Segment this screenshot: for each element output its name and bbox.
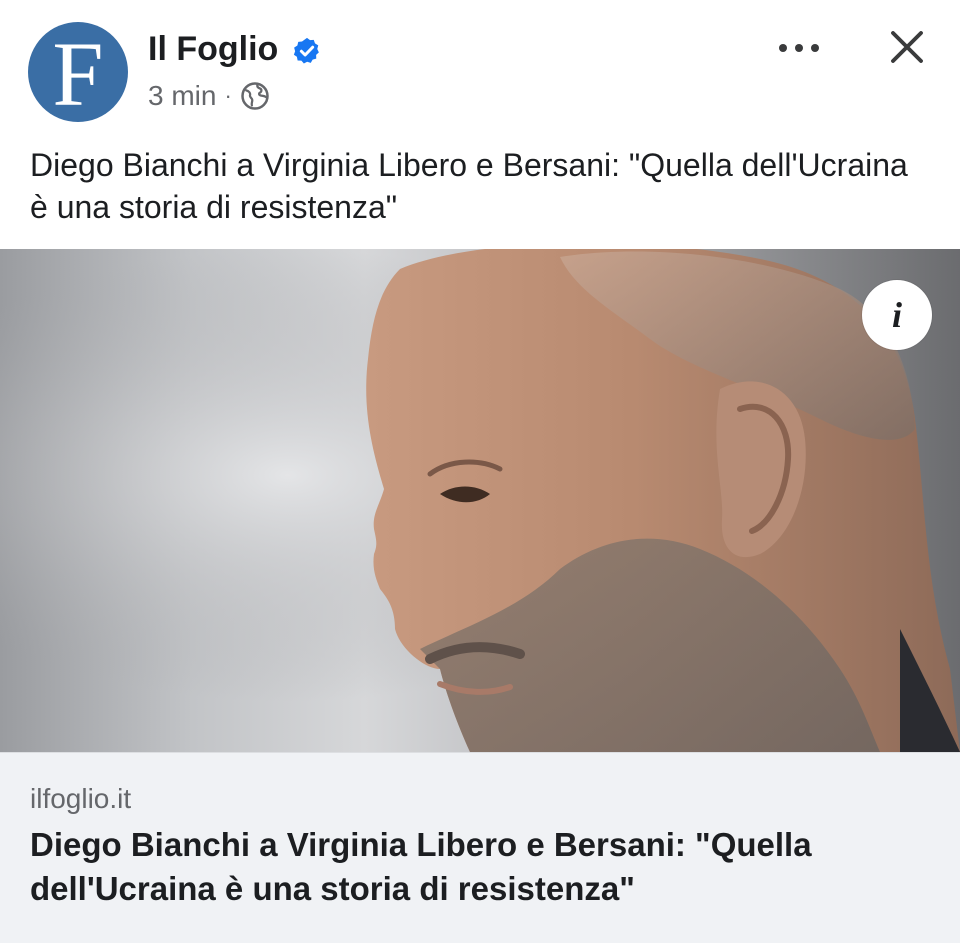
- post-timestamp[interactable]: 3 min: [148, 80, 216, 112]
- meta-separator: ·: [224, 83, 232, 108]
- portrait-photo: [0, 249, 960, 752]
- post-meta: 3 min ·: [148, 78, 270, 114]
- close-icon[interactable]: [886, 26, 928, 68]
- post-header: F Il Foglio 3 min ·: [0, 0, 960, 130]
- page-avatar[interactable]: F: [28, 22, 128, 122]
- more-options-icon-dot: [795, 44, 803, 52]
- info-button[interactable]: i: [862, 280, 932, 350]
- globe-icon: [241, 82, 269, 110]
- link-preview-footer[interactable]: ilfoglio.it Diego Bianchi a Virginia Lib…: [0, 752, 960, 943]
- avatar-logo-letter: F: [52, 23, 104, 122]
- facebook-post: F Il Foglio 3 min · Diego Bianchi a Virg…: [0, 0, 960, 943]
- more-options-icon: [779, 44, 787, 52]
- more-options-button[interactable]: [773, 30, 825, 66]
- page-name-link[interactable]: Il Foglio: [148, 30, 278, 69]
- link-title[interactable]: Diego Bianchi a Virginia Libero e Bersan…: [30, 823, 930, 911]
- link-preview-image[interactable]: [0, 249, 960, 752]
- more-options-icon-dot: [811, 44, 819, 52]
- info-icon: i: [891, 295, 902, 335]
- post-message: Diego Bianchi a Virginia Libero e Bersan…: [30, 147, 908, 225]
- verified-badge-icon: [293, 37, 319, 64]
- link-domain: ilfoglio.it: [30, 783, 132, 814]
